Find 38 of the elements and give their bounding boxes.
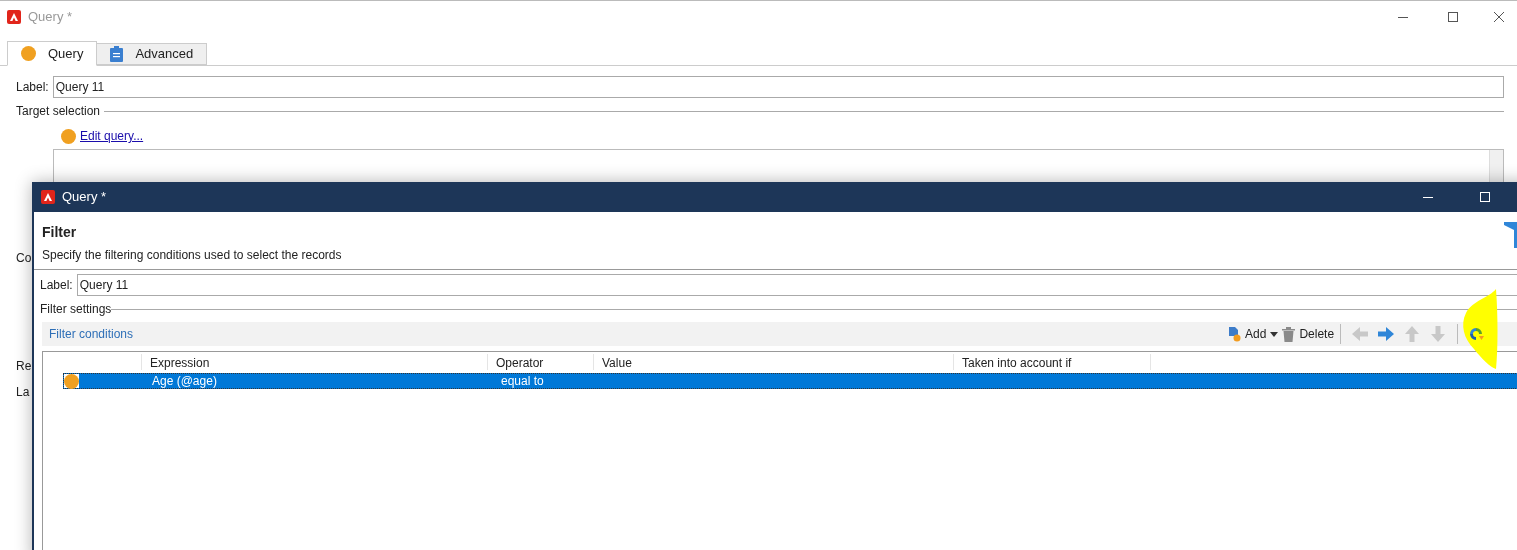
section-heading: Target selection	[16, 103, 101, 120]
dialog-heading: Filter	[42, 223, 78, 242]
window-title: Query *	[28, 8, 73, 27]
panel-title: Filter conditions	[49, 326, 134, 343]
table-cell-text: Age (@age)	[151, 373, 218, 390]
tab[interactable]: Advanced	[96, 43, 208, 65]
field-label: Label:	[40, 277, 73, 294]
refresh-icon[interactable]	[1468, 326, 1485, 342]
dialog-subtitle: Specify the filtering conditions used to select the records	[42, 247, 342, 264]
maximize-icon[interactable]	[1448, 12, 1458, 22]
edit-query-link[interactable]: Edit query...	[80, 127, 144, 145]
cut-label: La	[16, 384, 30, 401]
label-input-field[interactable]: Query 11	[52, 76, 1504, 98]
column-header[interactable]: Taken into account if	[954, 354, 1151, 370]
clipboard-icon	[110, 46, 124, 62]
section-heading: Filter settings	[40, 301, 112, 318]
column-header[interactable]: Expression	[142, 354, 488, 370]
dialog-title: Query *	[62, 188, 107, 207]
table-cell-text: equal to	[501, 373, 544, 390]
minimize-icon[interactable]	[1423, 196, 1433, 198]
tab[interactable]: Query	[7, 41, 98, 66]
table-row[interactable]: Age (@age) equal to	[63, 373, 1517, 389]
label-input-field[interactable]: Query 11	[76, 274, 1517, 296]
delete-button[interactable]: Delete	[1282, 325, 1335, 343]
trash-icon	[1282, 326, 1296, 342]
arrow-right-icon[interactable]	[1377, 326, 1396, 342]
minimize-icon[interactable]	[1398, 16, 1408, 18]
caret-icon	[1270, 331, 1279, 337]
field-label: Label:	[16, 79, 49, 96]
column-header[interactable]: Operator	[488, 354, 594, 370]
add-document-icon	[1227, 326, 1242, 342]
cut-label: Re	[16, 358, 32, 375]
app-logo-icon	[7, 10, 21, 24]
close-icon[interactable]	[1494, 12, 1504, 22]
app-logo-icon	[41, 190, 55, 204]
cut-label: Co	[16, 250, 32, 267]
column-header[interactable]: Value	[594, 354, 954, 370]
add-button[interactable]: Add	[1227, 325, 1279, 343]
